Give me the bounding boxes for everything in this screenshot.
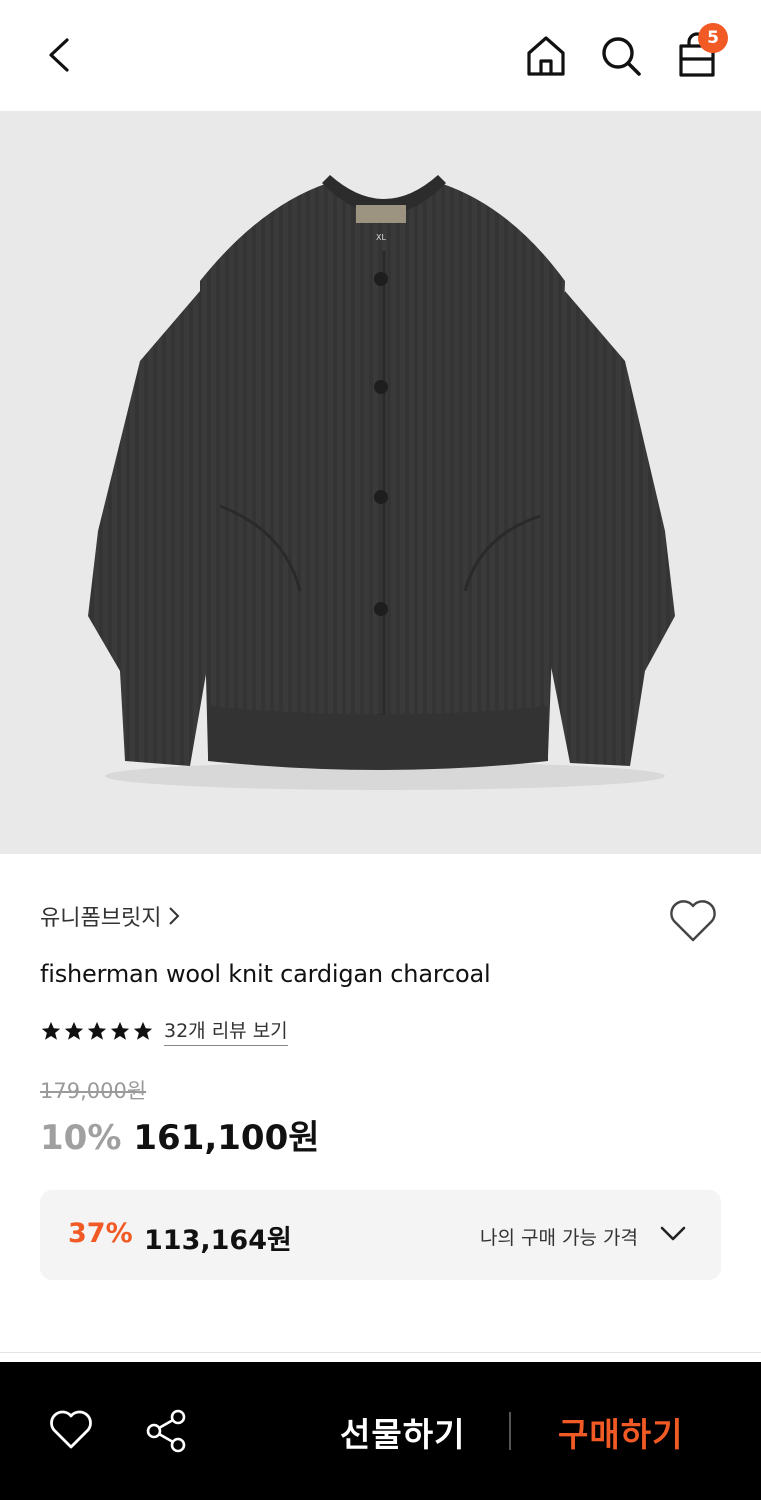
gift-button[interactable]: 선물하기 bbox=[340, 1408, 465, 1456]
separator bbox=[509, 1412, 511, 1450]
chevron-left-icon bbox=[49, 38, 69, 72]
price-row: 10% 161,100원 bbox=[40, 1110, 320, 1159]
my-price-label: 나의 구매 가능 가격 bbox=[480, 1227, 638, 1249]
my-discount-rate: 37% bbox=[68, 1218, 133, 1249]
star-icon bbox=[41, 1021, 61, 1040]
star-icon bbox=[87, 1021, 107, 1040]
my-price: 113,164원 bbox=[144, 1225, 292, 1256]
share-button[interactable] bbox=[144, 1408, 190, 1454]
back-button[interactable] bbox=[38, 32, 84, 78]
bottom-action-bar: 선물하기 구매하기 bbox=[0, 1362, 761, 1500]
original-price: 179,000원 bbox=[40, 1079, 147, 1103]
discount-rate: 10% bbox=[40, 1118, 122, 1158]
top-nav-bar: 5 bbox=[0, 0, 761, 111]
star-icon bbox=[110, 1021, 130, 1040]
cart-count-badge: 5 bbox=[698, 23, 728, 53]
bottom-wishlist-button[interactable] bbox=[48, 1408, 94, 1452]
product-image[interactable]: XL bbox=[0, 111, 761, 854]
heart-icon bbox=[50, 1410, 92, 1449]
brand-link[interactable]: 유니폼브릿지 bbox=[40, 900, 181, 932]
share-icon bbox=[146, 1409, 186, 1453]
chevron-down-icon bbox=[660, 1226, 686, 1241]
rating-stars bbox=[40, 1020, 154, 1042]
brand-name: 유니폼브릿지 bbox=[40, 906, 162, 931]
home-icon bbox=[527, 36, 565, 76]
product-title: fisherman wool knit cardigan charcoal bbox=[40, 960, 491, 988]
svg-text:XL: XL bbox=[376, 233, 386, 242]
heart-icon bbox=[670, 900, 716, 942]
review-link[interactable]: 32개 리뷰 보기 bbox=[164, 1016, 288, 1046]
my-price-box[interactable]: 37% 113,164원 나의 구매 가능 가격 bbox=[40, 1190, 721, 1280]
sale-price: 161,100원 bbox=[133, 1118, 320, 1158]
search-icon bbox=[602, 37, 641, 76]
divider bbox=[0, 1352, 761, 1353]
buy-button[interactable]: 구매하기 bbox=[558, 1408, 683, 1456]
star-icon bbox=[64, 1021, 84, 1040]
rating-row: 32개 리뷰 보기 bbox=[40, 1016, 288, 1046]
wishlist-button[interactable] bbox=[666, 896, 720, 946]
cardigan-image: XL bbox=[88, 175, 675, 790]
search-button[interactable] bbox=[597, 32, 645, 80]
chevron-right-icon bbox=[169, 907, 180, 925]
star-icon bbox=[133, 1021, 153, 1040]
home-button[interactable] bbox=[522, 32, 570, 80]
